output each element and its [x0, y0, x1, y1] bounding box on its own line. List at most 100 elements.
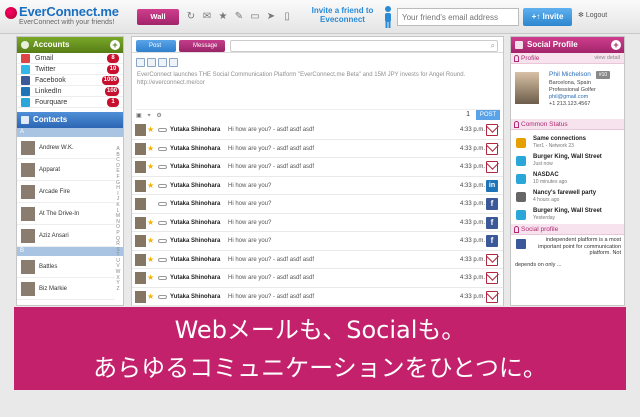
alphabet-letter[interactable]: Z	[114, 286, 122, 293]
alphabet-index[interactable]: ABCDEFGHIJKLMNOPQRSTUVWXYZ	[114, 146, 122, 293]
sender-name[interactable]: Yutaka Shinohara	[170, 251, 220, 269]
inbox-icon[interactable]: ▭	[250, 11, 260, 23]
star-icon[interactable]: ★	[147, 140, 154, 158]
sender-name[interactable]: Yutaka Shinohara	[170, 214, 220, 232]
status-item[interactable]: Same connections Tier1 - Network 23	[511, 134, 624, 152]
mail-icon[interactable]: ✉	[202, 11, 212, 23]
star-icon[interactable]: ★	[147, 269, 154, 287]
star-icon[interactable]: ★	[147, 177, 154, 195]
status-icon	[516, 174, 526, 184]
send-icon[interactable]: ➤	[266, 11, 276, 23]
friend-email-input[interactable]	[397, 8, 519, 26]
account-item-fourquare[interactable]: Fourquare 1	[17, 97, 123, 108]
avatar	[21, 207, 35, 221]
message-time: 4:33 p.m.	[460, 275, 486, 281]
mail-icon[interactable]	[486, 272, 498, 284]
account-item-facebook[interactable]: Facebook 1000	[17, 75, 123, 86]
contact-item[interactable]: Apparat	[17, 159, 115, 181]
star-icon[interactable]: ★	[147, 214, 154, 232]
sender-name[interactable]: Yutaka Shinohara	[170, 158, 220, 176]
feed-row[interactable]: ★ Yutaka Shinohara Hi how are you? - asdf …	[132, 121, 503, 140]
tab-post[interactable]: Post	[136, 40, 176, 52]
avatar	[21, 163, 35, 177]
facebook-icon[interactable]: f	[486, 198, 498, 210]
linkedin-toggle-icon[interactable]	[158, 58, 167, 67]
message-time: 4:33 p.m.	[460, 238, 486, 244]
facebook-icon[interactable]: f	[486, 235, 498, 247]
feed-row[interactable]: ★ Yutaka Shinohara Hi how are you? - asdf …	[132, 140, 503, 158]
mail-icon[interactable]	[486, 124, 498, 136]
post-button[interactable]: POST	[476, 110, 500, 120]
contact-item[interactable]: At The Drive-In	[17, 203, 115, 225]
tab-message[interactable]: Message	[179, 40, 225, 52]
invite-button[interactable]: +↑ Invite	[523, 8, 572, 26]
composer-textarea[interactable]: EverConnect launches THE Social Communic…	[136, 69, 500, 107]
contact-item[interactable]: Andrew W.K.	[17, 137, 115, 159]
sender-name[interactable]: Yutaka Shinohara	[170, 288, 220, 306]
pencil-icon[interactable]: ✎	[234, 11, 244, 23]
contact-item[interactable]: Biz Markie	[17, 278, 115, 300]
feed-row[interactable]: ★ Yutaka Shinohara Hi how are you? 4:33 p.m…	[132, 214, 503, 232]
mail-icon[interactable]	[486, 290, 498, 303]
feed-row[interactable]: ★ Yutaka Shinohara Hi how are you? - asdf …	[132, 158, 503, 177]
twitter-toggle-icon[interactable]	[147, 58, 156, 67]
contact-item[interactable]: Aziz Ansari	[17, 225, 115, 247]
linkedin-icon[interactable]: in	[486, 179, 498, 192]
feed-row[interactable]: ★ Yutaka Shinohara Hi how are you? - asdf …	[132, 251, 503, 269]
view-detail-link[interactable]: view detail	[594, 53, 620, 64]
sender-name[interactable]: Yutaka Shinohara	[170, 121, 220, 139]
star-icon[interactable]: ★	[147, 251, 154, 269]
status-item[interactable]: Burger King, Wall Street Just now	[511, 152, 624, 170]
status-item[interactable]: Nancy's farewell party 4 hours ago	[511, 188, 624, 206]
status-item[interactable]: Burger King, Wall Street Yesterday	[511, 206, 624, 224]
accounts-header[interactable]: Accounts +	[17, 37, 123, 53]
wall-button[interactable]: Wall	[137, 9, 179, 25]
star-icon[interactable]: ★	[147, 232, 154, 250]
feed-row[interactable]: ★ Yutaka Shinohara Hi how are you? 4:33 p.m…	[132, 177, 503, 195]
contacts-header[interactable]: Contacts	[17, 112, 123, 128]
attachment-tools-icon[interactable]: ▣ ⌖ ⚙	[136, 112, 164, 120]
account-item-twitter[interactable]: Twitter 10	[17, 64, 123, 75]
sender-name[interactable]: Yutaka Shinohara	[170, 195, 220, 213]
contact-name: Battles	[39, 264, 58, 270]
status-item[interactable]: NASDAC 10 minutes ago	[511, 170, 624, 188]
star-icon[interactable]: ★	[147, 121, 154, 139]
contact-name: Apparat	[39, 167, 61, 173]
search-icon[interactable]: ⌕	[491, 41, 495, 51]
social-profile-header[interactable]: Social Profile +	[511, 37, 624, 53]
profile-label: Profile	[521, 55, 540, 62]
sender-name[interactable]: Yutaka Shinohara	[170, 140, 220, 158]
profile-email[interactable]: phil@gmail.com	[549, 94, 588, 101]
facebook-icon[interactable]: f	[486, 216, 498, 229]
contact-item[interactable]: Battles	[17, 256, 115, 278]
mail-icon[interactable]	[486, 253, 498, 266]
account-item-gmail[interactable]: Gmail 8	[17, 53, 123, 64]
trash-icon[interactable]: ▯	[282, 11, 292, 23]
logout-link[interactable]: ✻ Logout	[578, 11, 607, 19]
avatar	[135, 142, 146, 155]
feed-row[interactable]: ★ Yutaka Shinohara Hi how are you? - asdf …	[132, 288, 503, 306]
feed-row[interactable]: Yutaka Shinohara Hi how are you? 4:33 p.m.…	[132, 195, 503, 214]
sender-name[interactable]: Yutaka Shinohara	[170, 269, 220, 287]
foursquare-toggle-icon[interactable]	[169, 58, 178, 67]
account-item-linkedin[interactable]: LinkedIn 100	[17, 86, 123, 97]
feed-search-input[interactable]: ⌕	[230, 40, 498, 52]
contact-item[interactable]: Arcade Fire	[17, 181, 115, 203]
mail-icon[interactable]	[486, 161, 498, 173]
mail-icon[interactable]	[486, 142, 498, 155]
add-account-icon[interactable]: +	[110, 40, 120, 50]
facebook-toggle-icon[interactable]	[136, 58, 145, 67]
profile-name[interactable]: Phil Michelson	[549, 71, 591, 78]
feed-row[interactable]: ★ Yutaka Shinohara Hi how are you? 4:33 p.m…	[132, 232, 503, 251]
link-icon	[158, 220, 167, 225]
sender-name[interactable]: Yutaka Shinohara	[170, 232, 220, 250]
logo[interactable]: EverConnect.me EverConnect with your fri…	[5, 4, 130, 31]
add-profile-icon[interactable]: +	[611, 40, 621, 50]
star-icon[interactable]: ★	[147, 158, 154, 176]
sender-name[interactable]: Yutaka Shinohara	[170, 177, 220, 195]
feed-row[interactable]: ★ Yutaka Shinohara Hi how are you? - asdf …	[132, 269, 503, 288]
profile-phone: +1 213.123.4567	[549, 101, 591, 107]
refresh-icon[interactable]: ↻	[186, 11, 196, 23]
star-icon[interactable]: ★	[147, 288, 154, 306]
star-icon[interactable]: ★	[218, 11, 228, 23]
